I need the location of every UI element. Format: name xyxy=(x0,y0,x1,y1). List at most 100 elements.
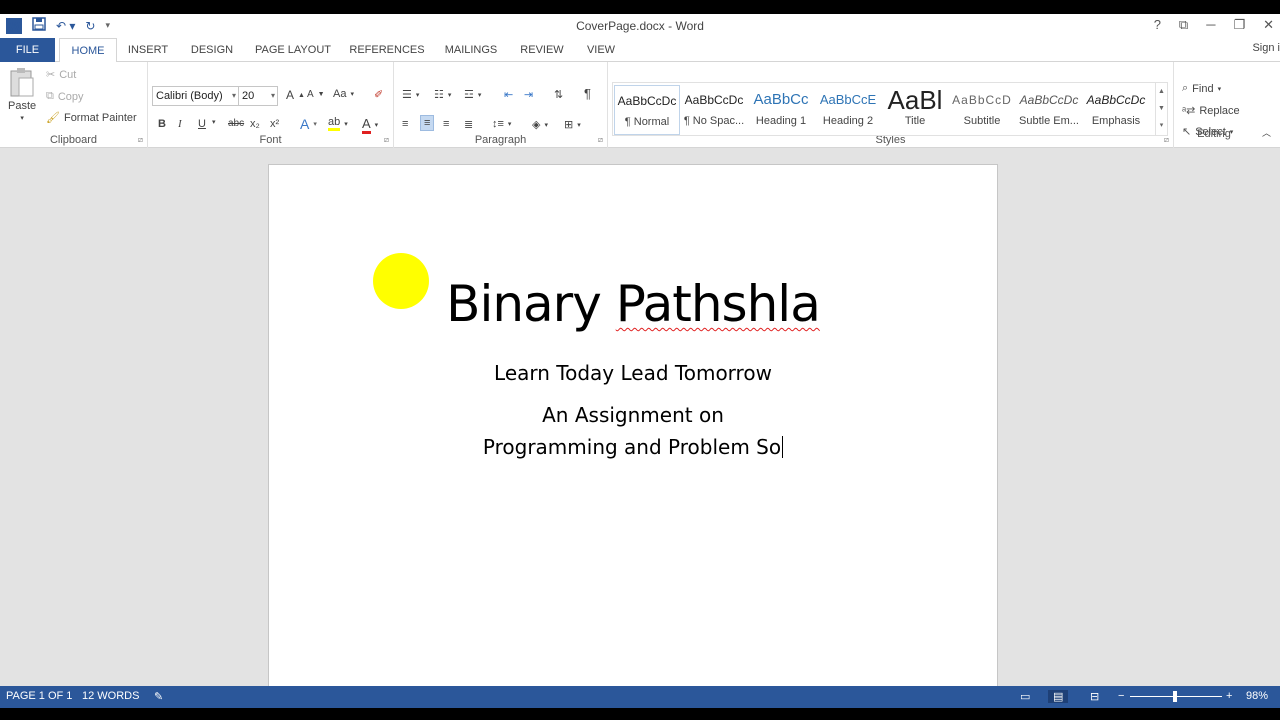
web-layout-icon[interactable]: ⊟ xyxy=(1090,690,1099,703)
superscript-button[interactable]: x² xyxy=(270,118,279,130)
styles-scroll-up-icon[interactable]: ▲ xyxy=(1156,83,1167,100)
tab-design[interactable]: DESIGN xyxy=(185,38,239,62)
paste-icon xyxy=(10,68,34,97)
proofing-icon[interactable]: ✎ xyxy=(154,690,163,703)
tab-home[interactable]: HOME xyxy=(59,38,117,63)
text-caret xyxy=(782,436,784,458)
copy-button[interactable]: ⧉ Copy xyxy=(46,90,84,103)
styles-scroll: ▲ ▼ ▾ xyxy=(1155,83,1167,135)
paste-button[interactable]: Paste ▾ xyxy=(8,68,36,122)
style-normal[interactable]: AaBbCcDc ¶ Normal xyxy=(614,85,680,135)
styles-launcher-icon[interactable]: ⧄ xyxy=(1164,135,1169,145)
spelling-error-word[interactable]: Pathshla xyxy=(616,275,821,333)
clipboard-group: Paste ▾ ✂ Cut ⧉ Copy 🖌 Format Painter Cl… xyxy=(0,62,148,148)
read-mode-icon[interactable]: ▭ xyxy=(1020,690,1030,703)
document-line-assignment[interactable]: An Assignment on xyxy=(269,403,997,427)
style-no-spacing[interactable]: AaBbCcDc ¶ No Spac... xyxy=(681,85,747,135)
font-label: Font xyxy=(259,134,282,146)
tab-file[interactable]: FILE xyxy=(0,38,55,62)
subscript-button[interactable]: x₂ xyxy=(250,118,260,130)
line-spacing-icon[interactable]: ↕≡ ▾ xyxy=(492,118,511,130)
copy-icon: ⧉ xyxy=(46,90,54,102)
paragraph-label: Paragraph xyxy=(474,134,527,146)
numbering-icon[interactable]: ☷ ▾ xyxy=(434,88,451,101)
font-group: Calibri (Body) ▾ 20 ▾ A ▲ A ▼ Aa ▾ ✐ B I U ▾ … xyxy=(148,62,394,148)
font-color-button[interactable]: A ▾ xyxy=(362,116,378,134)
shrink-font-button[interactable]: A ▼ xyxy=(307,89,325,100)
editing-label: Editing xyxy=(1197,128,1231,140)
decrease-indent-icon[interactable]: ⇤ xyxy=(504,88,513,101)
justify-icon[interactable]: ≣ xyxy=(464,118,473,131)
help-icon[interactable]: ? xyxy=(1154,17,1161,33)
style-subtitle[interactable]: AaBbCcD Subtitle xyxy=(949,85,1015,135)
find-button[interactable]: ⌕ Find ▾ xyxy=(1182,82,1221,95)
underline-dropdown-icon[interactable]: ▾ xyxy=(212,118,216,126)
replace-button[interactable]: ᵃ⇄ Replace xyxy=(1182,104,1240,118)
text-effects-icon[interactable]: A ▾ xyxy=(300,116,317,132)
align-left-icon[interactable]: ≡ xyxy=(402,118,408,130)
tab-insert[interactable]: INSERT xyxy=(122,38,174,62)
sort-icon[interactable]: ⇅ xyxy=(554,88,563,101)
format-painter-button[interactable]: 🖌 Format Painter xyxy=(46,111,137,125)
tab-mailings[interactable]: MAILINGS xyxy=(438,38,504,62)
multilevel-list-icon[interactable]: ☲ ▾ xyxy=(464,88,481,101)
align-center-icon[interactable]: ≡ xyxy=(420,115,435,131)
font-launcher-icon[interactable]: ⧄ xyxy=(384,135,389,145)
title-bar: W ↶ ▾ ↻ ▾ CoverPage.docx - Word ? ⧉ ─ ❐ … xyxy=(0,14,1280,38)
document-title[interactable]: Binary Pathshla xyxy=(269,275,997,333)
zoom-level[interactable]: 98% xyxy=(1246,690,1268,702)
document-tagline[interactable]: Learn Today Lead Tomorrow xyxy=(269,361,997,385)
paragraph-group: ☰ ▾ ☷ ▾ ☲ ▾ ⇤ ⇥ ⇅ ¶ ≡ ≡ ≡ ≣ ↕≡ ▾ ◈ ▾ ⊞ ▾ Parag… xyxy=(394,62,608,148)
grow-font-button[interactable]: A ▲ xyxy=(286,88,305,102)
collapse-ribbon-icon[interactable]: ︿ xyxy=(1262,126,1271,139)
tab-page-layout[interactable]: PAGE LAYOUT xyxy=(250,38,336,62)
zoom-slider-thumb[interactable] xyxy=(1173,691,1177,702)
styles-more-icon[interactable]: ▾ xyxy=(1156,117,1167,134)
shading-icon[interactable]: ◈ ▾ xyxy=(532,118,548,131)
document-line-subject[interactable]: Programming and Problem So xyxy=(269,435,997,459)
ribbon-tabs: FILE HOME INSERT DESIGN PAGE LAYOUT REFE… xyxy=(0,38,1280,63)
increase-indent-icon[interactable]: ⇥ xyxy=(524,88,533,101)
sign-in-link[interactable]: Sign i xyxy=(1252,42,1280,54)
align-right-icon[interactable]: ≡ xyxy=(443,118,449,130)
clear-formatting-icon[interactable]: ✐ xyxy=(374,88,383,101)
zoom-out-button[interactable]: − xyxy=(1118,690,1124,702)
status-bar: PAGE 1 OF 1 12 WORDS ✎ ▭ ▤ ⊟ − + 98% xyxy=(0,686,1280,708)
style-heading-1[interactable]: AaBbCc Heading 1 xyxy=(748,85,814,135)
restore-icon[interactable]: ❐ xyxy=(1233,17,1245,33)
tab-view[interactable]: VIEW xyxy=(580,38,622,62)
style-heading-2[interactable]: AaBbCcE Heading 2 xyxy=(815,85,881,135)
print-layout-icon[interactable]: ▤ xyxy=(1048,690,1069,703)
style-emphasis[interactable]: AaBbCcDc Emphasis xyxy=(1083,85,1149,135)
zoom-in-button[interactable]: + xyxy=(1226,690,1232,702)
paragraph-launcher-icon[interactable]: ⧄ xyxy=(598,135,603,145)
document-page[interactable]: Binary Pathshla Learn Today Lead Tomorro… xyxy=(268,164,998,686)
bold-button[interactable]: B xyxy=(158,118,166,130)
minimize-icon[interactable]: ─ xyxy=(1206,17,1215,33)
style-title[interactable]: AaBl Title xyxy=(882,85,948,135)
show-hide-marks-icon[interactable]: ¶ xyxy=(584,86,591,101)
borders-icon[interactable]: ⊞ ▾ xyxy=(564,118,581,131)
strikethrough-button[interactable]: abc xyxy=(228,118,244,129)
underline-button[interactable]: U xyxy=(198,118,206,130)
ribbon-display-options-icon[interactable]: ⧉ xyxy=(1179,17,1188,33)
scissors-icon: ✂ xyxy=(46,69,56,81)
highlight-color-icon[interactable]: ab ▾ xyxy=(328,116,348,131)
close-icon[interactable]: ✕ xyxy=(1263,17,1274,33)
styles-scroll-down-icon[interactable]: ▼ xyxy=(1156,100,1167,117)
font-size-dropdown[interactable]: 20 ▾ xyxy=(238,86,278,106)
replace-icon: ᵃ⇄ xyxy=(1182,105,1196,117)
cut-button[interactable]: ✂ Cut xyxy=(46,68,76,82)
page-count-status[interactable]: PAGE 1 OF 1 xyxy=(6,690,72,702)
tab-references[interactable]: REFERENCES xyxy=(348,38,426,62)
tab-review[interactable]: REVIEW xyxy=(516,38,568,62)
clipboard-label: Clipboard xyxy=(49,134,98,146)
brush-icon: 🖌 xyxy=(46,112,60,124)
change-case-button[interactable]: Aa ▾ xyxy=(333,88,354,100)
font-family-dropdown[interactable]: Calibri (Body) ▾ xyxy=(152,86,239,106)
bullets-icon[interactable]: ☰ ▾ xyxy=(402,88,419,101)
style-subtle-emphasis[interactable]: AaBbCcDc Subtle Em... xyxy=(1016,85,1082,135)
italic-button[interactable]: I xyxy=(178,118,182,130)
clipboard-launcher-icon[interactable]: ⧄ xyxy=(138,135,143,145)
word-count-status[interactable]: 12 WORDS xyxy=(82,690,139,702)
